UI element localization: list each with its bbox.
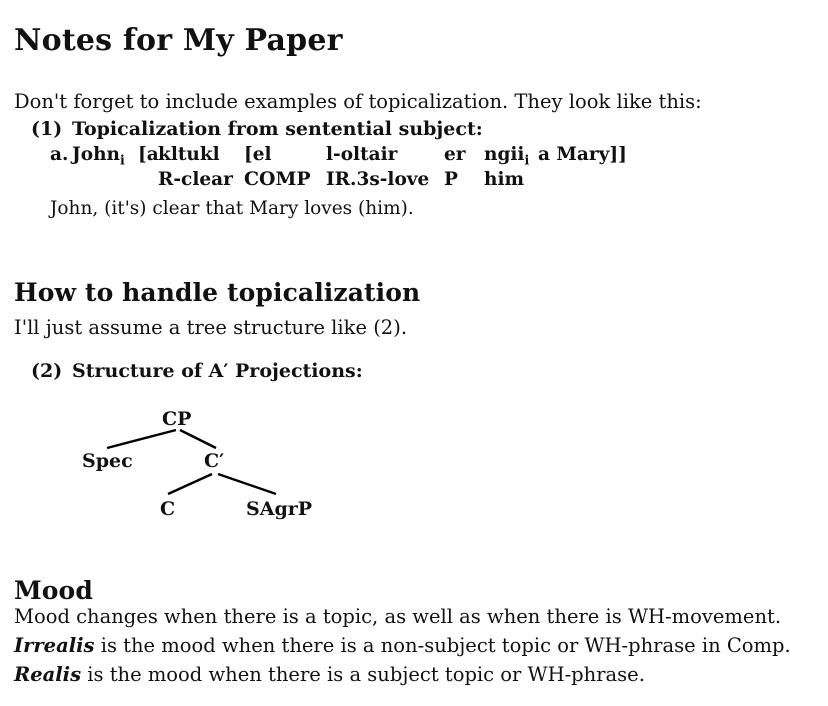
tree-edge-cp-spec <box>106 428 177 450</box>
gloss-item-ngii: ngiii <box>484 142 538 167</box>
gloss-item-altair: l-oltair <box>326 144 398 165</box>
mood-line-2: Irrealis is the mood when there is a non… <box>14 631 791 660</box>
mood-line-3: Realis is the mood when there is a subje… <box>14 660 791 689</box>
section-heading-mood: Mood <box>14 575 93 605</box>
gloss-item-john-subscript: i <box>120 152 125 168</box>
tree-edge-cbar-c <box>167 472 213 496</box>
mood-paragraph: Mood changes when there is a topic, as w… <box>14 602 791 689</box>
example-2-title: Structure of A′ Projections: <box>72 360 363 382</box>
gloss-item-john: Johni <box>72 142 138 167</box>
mood-term-irrealis: Irrealis <box>14 634 95 657</box>
gloss-item-amary: a Mary]] <box>538 144 627 165</box>
mood-line-1: Mood changes when there is a topic, as w… <box>14 605 782 628</box>
gloss-object-line: a. Johni [akltukl [el l-oltair er ngiii a Mary]… <box>50 142 627 167</box>
tree-edge-cbar-sagrp <box>217 472 277 496</box>
interlinear-gloss-block: a. Johni [akltukl [el l-oltair er ngiii a Mary]… <box>50 142 627 221</box>
mood-line-2-rest: is the mood when there is a non-subject … <box>94 634 791 657</box>
example-2-number: (2) <box>31 360 63 382</box>
gloss-item-p: P <box>444 169 458 190</box>
tree-node-cp: CP <box>162 408 192 430</box>
tree-node-c-bar: C′ <box>204 450 225 472</box>
gloss-item-him: him <box>484 169 525 190</box>
gloss-item-bracket-a: [a <box>138 144 159 165</box>
gloss-item-kltukl: kltukl <box>158 144 220 165</box>
mood-term-realis: Realis <box>14 663 82 686</box>
gloss-item-comp: COMP <box>244 168 311 190</box>
gloss-item-john-text: John <box>72 144 120 165</box>
tree-node-spec: Spec <box>82 450 133 472</box>
gloss-free-translation: John, (it's) clear that Mary loves (him)… <box>50 192 622 221</box>
gloss-item-ir3s: IR.3s-love <box>326 169 430 190</box>
example-1-title: Topicalization from sentential subject: <box>72 118 483 140</box>
gloss-item-ngii-text: ngii <box>484 144 525 165</box>
gloss-morpheme-line: R-clear COMP IR.3s-love Phim <box>50 167 622 192</box>
assume-paragraph: I'll just assume a tree structure like (… <box>14 315 408 339</box>
gloss-item-el: [el <box>244 144 272 165</box>
document-page: Notes for My Paper Don't forget to inclu… <box>0 0 828 706</box>
gloss-item-letter: a. <box>50 144 69 165</box>
syntax-tree-diagram: CP Spec C′ C SAgrP <box>0 400 400 540</box>
tree-node-c: C <box>160 498 176 520</box>
section-heading-handle-topicalization: How to handle topicalization <box>14 277 421 307</box>
gloss-item-rclear: R-clear <box>158 169 233 190</box>
intro-paragraph: Don't forget to include examples of topi… <box>14 89 702 113</box>
gloss-item-ngii-subscript: i <box>524 152 530 168</box>
example-1-number: (1) <box>31 118 63 140</box>
gloss-free-translation-text: John, (it's) clear that Mary loves (him)… <box>50 198 414 219</box>
tree-edge-cp-cbar <box>179 428 217 450</box>
mood-line-3-rest: is the mood when there is a subject topi… <box>81 663 645 686</box>
page-title: Notes for My Paper <box>14 23 343 59</box>
tree-branch-lines <box>106 428 277 496</box>
tree-node-sagrp: SAgrP <box>246 498 313 520</box>
gloss-item-er: er <box>444 144 466 165</box>
